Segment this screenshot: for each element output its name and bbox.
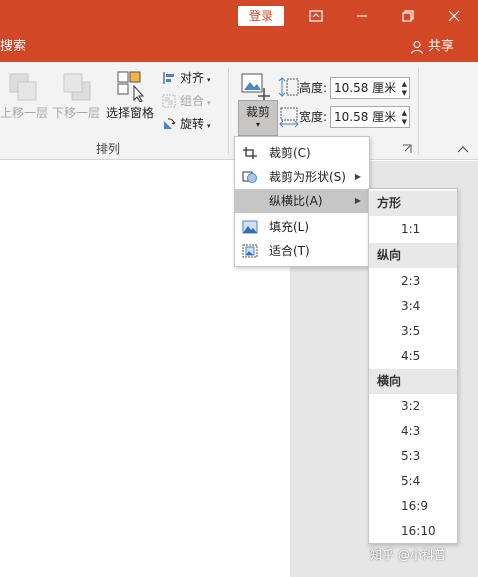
ratio-16-9[interactable]: 16:9	[369, 494, 457, 519]
shape-icon	[242, 171, 257, 183]
width-value: 10.58 厘米	[334, 110, 397, 124]
arrange-group-label: 排列	[96, 142, 121, 156]
send-backward-icon	[63, 73, 91, 101]
ratio-4-3[interactable]: 4:3	[369, 419, 457, 444]
menu-item-aspect-ratio-label: 纵横比(A)	[269, 194, 323, 208]
watermark: 知乎 @小科普	[370, 548, 446, 562]
menu-item-fill-label: 填充(L)	[269, 220, 310, 234]
crop-menu: 裁剪(C) 裁剪为形状(S) ▶ 纵横比(A) ▶ 填充(L) 适合(T)	[234, 136, 370, 267]
search-tab[interactable]: 搜索	[0, 39, 26, 55]
fit-icon	[242, 244, 258, 258]
submenu-arrow-icon: ▶	[354, 172, 361, 181]
portrait-header: 纵向	[369, 243, 457, 268]
submenu-arrow-icon: ▶	[354, 196, 361, 205]
group-label: 组合	[180, 94, 205, 108]
crop-dropdown-arrow[interactable]: ▾	[239, 120, 277, 129]
menu-item-crop-to-shape[interactable]: 裁剪为形状(S) ▶	[235, 165, 369, 189]
width-input[interactable]: 10.58 厘米 ▲ ▼	[330, 106, 410, 128]
height-label: 高度:	[299, 81, 328, 95]
menu-item-crop-to-shape-label: 裁剪为形状(S)	[269, 170, 346, 184]
fill-icon	[242, 220, 258, 234]
group-button[interactable]: 组合 ▾	[180, 94, 211, 110]
selection-pane-icon	[117, 71, 145, 102]
share-button[interactable]: 共享	[410, 39, 454, 55]
tab-row: 搜索 共享	[0, 32, 478, 62]
crop-button[interactable]: 裁剪 ▾	[238, 100, 278, 136]
title-bar: 登录	[0, 0, 478, 32]
height-down-arrow[interactable]: ▼	[402, 89, 407, 97]
send-backward-button[interactable]: 下移一层	[52, 106, 100, 120]
collapse-ribbon-icon[interactable]	[456, 144, 470, 154]
menu-item-crop-label: 裁剪(C)	[269, 146, 311, 160]
bring-forward-icon	[9, 73, 37, 101]
rotate-label: 旋转	[180, 117, 205, 131]
ratio-5-4[interactable]: 5:4	[369, 469, 457, 494]
width-label: 宽度:	[299, 110, 328, 124]
crop-icon	[243, 147, 257, 159]
landscape-header: 横向	[369, 369, 457, 394]
ratio-2-3[interactable]: 2:3	[369, 269, 457, 294]
menu-item-fill[interactable]: 填充(L)	[235, 215, 369, 239]
height-up-arrow[interactable]: ▲	[402, 80, 407, 88]
menu-item-fit-label: 适合(T)	[269, 244, 310, 258]
restore-icon[interactable]	[396, 4, 420, 28]
width-icon	[279, 107, 299, 128]
width-up-arrow[interactable]: ▲	[402, 109, 407, 117]
align-button[interactable]: 对齐 ▾	[180, 71, 211, 87]
ratio-3-4[interactable]: 3:4	[369, 294, 457, 319]
align-icon	[163, 72, 174, 84]
bring-forward-button[interactable]: 上移一层	[0, 106, 48, 120]
group-icon	[162, 94, 176, 108]
minimize-icon[interactable]	[350, 4, 374, 28]
aspect-ratio-submenu: 方形 1:1 纵向 2:3 3:4 3:5 4:5 横向 3:2 4:3 5:3…	[368, 188, 458, 544]
ribbon-display-icon[interactable]	[304, 4, 328, 28]
ribbon-separator	[228, 68, 229, 154]
menu-item-crop[interactable]: 裁剪(C)	[235, 141, 369, 165]
share-label: 共享	[427, 39, 454, 54]
menu-item-aspect-ratio[interactable]: 纵横比(A) ▶	[235, 189, 369, 213]
align-label: 对齐	[180, 71, 205, 85]
close-icon[interactable]	[442, 4, 466, 28]
crop-picture-icon	[241, 73, 270, 100]
person-icon	[410, 40, 424, 54]
rotate-icon	[164, 118, 176, 129]
menu-item-fit[interactable]: 适合(T)	[235, 239, 369, 263]
ratio-3-2[interactable]: 3:2	[369, 394, 457, 419]
login-button[interactable]: 登录	[238, 6, 284, 26]
ribbon-separator	[418, 68, 419, 154]
selection-pane-button[interactable]: 选择窗格	[106, 106, 154, 120]
ratio-1-1[interactable]: 1:1	[369, 217, 457, 242]
rotate-button[interactable]: 旋转 ▾	[180, 117, 211, 133]
ratio-16-10[interactable]: 16:10	[369, 519, 457, 544]
square-header: 方形	[369, 191, 457, 216]
height-value: 10.58 厘米	[334, 81, 397, 95]
height-icon	[278, 77, 299, 97]
ratio-5-3[interactable]: 5:3	[369, 444, 457, 469]
dialog-launcher-icon[interactable]	[402, 144, 412, 154]
ratio-3-5[interactable]: 3:5	[369, 319, 457, 344]
width-down-arrow[interactable]: ▼	[402, 118, 407, 126]
ratio-4-5[interactable]: 4:5	[369, 344, 457, 369]
crop-button-label: 裁剪	[245, 105, 270, 119]
height-input[interactable]: 10.58 厘米 ▲ ▼	[330, 77, 410, 99]
